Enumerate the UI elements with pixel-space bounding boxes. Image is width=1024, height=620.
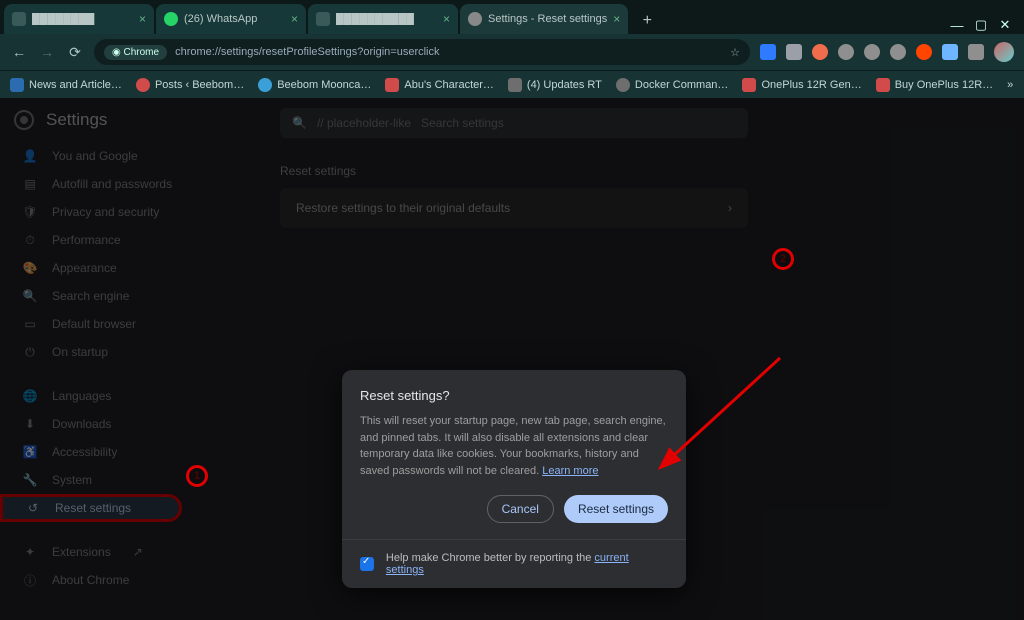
content-area: Settings 👤You and Google ▤Autofill and p…: [0, 98, 1024, 620]
close-icon[interactable]: ×: [613, 12, 620, 26]
annotation-circle-2: 2: [772, 248, 794, 270]
bookmark-item[interactable]: Posts ‹ Beebom…: [136, 78, 244, 92]
dialog-footer: Help make Chrome better by reporting the…: [342, 539, 686, 588]
window-close[interactable]: ✕: [996, 16, 1014, 34]
reset-settings-button[interactable]: Reset settings: [564, 495, 668, 523]
tab-strip: ████████ × (26) WhatsApp × ██████████ × …: [0, 0, 1024, 34]
bookmark-label: News and Article…: [29, 79, 122, 91]
ext-icon[interactable]: [916, 44, 932, 60]
close-icon[interactable]: ×: [291, 12, 298, 26]
ext-icon[interactable]: [968, 44, 984, 60]
browser-tab[interactable]: (26) WhatsApp ×: [156, 4, 306, 34]
browser-tab[interactable]: ████████ ×: [4, 4, 154, 34]
forward-button[interactable]: →: [38, 44, 56, 60]
learn-more-link[interactable]: Learn more: [542, 465, 598, 477]
bookmark-item[interactable]: (4) Updates RT: [508, 78, 602, 92]
browser-tab[interactable]: ██████████ ×: [308, 4, 458, 34]
ext-icon[interactable]: [942, 44, 958, 60]
bookmarks-bar: News and Article… Posts ‹ Beebom… Beebom…: [0, 70, 1024, 98]
bookmark-label: Docker Comman…: [635, 79, 729, 91]
bookmark-label: Posts ‹ Beebom…: [155, 79, 244, 91]
ext-icon[interactable]: [812, 44, 828, 60]
favicon: [316, 12, 330, 26]
tab-title: ██████████: [336, 13, 437, 25]
report-checkbox[interactable]: [360, 557, 374, 571]
ext-icon[interactable]: [760, 44, 776, 60]
annotation-number: 2: [780, 253, 786, 265]
url-text: chrome://settings/resetProfileSettings?o…: [175, 46, 722, 58]
tab-title: (26) WhatsApp: [184, 13, 285, 25]
bookmark-item[interactable]: Docker Comman…: [616, 78, 729, 92]
bookmark-label: Abu's Character…: [404, 79, 494, 91]
bookmark-item[interactable]: Beebom Moonca…: [258, 78, 371, 92]
window-minimize[interactable]: —: [948, 16, 966, 34]
bookmark-item[interactable]: News and Article…: [10, 78, 122, 92]
ext-icon[interactable]: [838, 44, 854, 60]
bookmark-label: Beebom Moonca…: [277, 79, 371, 91]
bookmarks-overflow[interactable]: »: [1007, 79, 1013, 91]
reload-button[interactable]: ⟳: [66, 44, 84, 61]
window-maximize[interactable]: ▢: [972, 16, 990, 34]
bookmark-label: Buy OnePlus 12R…: [895, 79, 993, 91]
dialog-title: Reset settings?: [360, 388, 668, 403]
new-tab-button[interactable]: +: [634, 8, 660, 34]
bookmark-item[interactable]: Abu's Character…: [385, 78, 494, 92]
annotation-circle-1: 1: [186, 465, 208, 487]
bookmark-item[interactable]: OnePlus 12R Gen…: [742, 78, 861, 92]
tab-title: Settings - Reset settings: [488, 13, 607, 25]
footer-text: Help make Chrome better by reporting the…: [386, 552, 668, 576]
ext-icon[interactable]: [890, 44, 906, 60]
close-icon[interactable]: ×: [443, 12, 450, 26]
favicon: [468, 12, 482, 26]
cancel-button[interactable]: Cancel: [487, 495, 554, 523]
ext-icon[interactable]: [864, 44, 880, 60]
bookmark-item[interactable]: Buy OnePlus 12R…: [876, 78, 993, 92]
bookmark-label: (4) Updates RT: [527, 79, 602, 91]
address-bar[interactable]: ◉ Chrome chrome://settings/resetProfileS…: [94, 39, 750, 65]
bookmark-label: OnePlus 12R Gen…: [761, 79, 861, 91]
back-button[interactable]: ←: [10, 44, 28, 60]
profile-avatar[interactable]: [994, 42, 1014, 62]
dialog-body: This will reset your startup page, new t…: [360, 413, 668, 479]
favicon: [164, 12, 178, 26]
browser-tab-active[interactable]: Settings - Reset settings ×: [460, 4, 628, 34]
toolbar: ← → ⟳ ◉ Chrome chrome://settings/resetPr…: [0, 34, 1024, 70]
extension-icons: [760, 44, 984, 60]
annotation-number: 1: [194, 470, 200, 482]
star-icon[interactable]: ☆: [730, 46, 740, 59]
ext-icon[interactable]: [786, 44, 802, 60]
reset-settings-dialog: Reset settings? This will reset your sta…: [342, 370, 686, 588]
site-chip[interactable]: ◉ Chrome: [104, 45, 167, 60]
tab-title: ████████: [32, 13, 133, 25]
close-icon[interactable]: ×: [139, 12, 146, 26]
favicon: [12, 12, 26, 26]
